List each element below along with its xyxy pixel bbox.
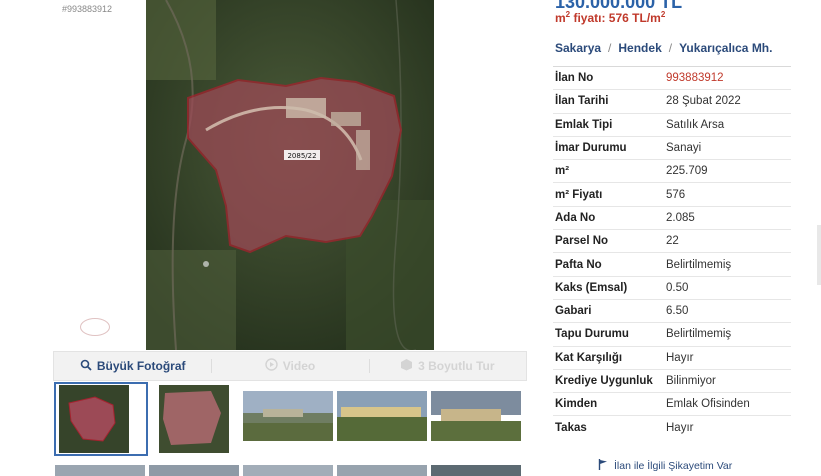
location-breadcrumb: Sakarya / Hendek / Yukarıçalıca Mh. — [555, 41, 773, 55]
detail-row: Gabari 6.50 — [553, 298, 791, 322]
detail-label: Krediye Uygunluk — [555, 375, 653, 387]
detail-row: İlan Tarihi 28 Şubat 2022 — [553, 89, 791, 112]
tour-3d-label: 3 Boyutlu Tur — [418, 359, 495, 373]
breadcrumb-district[interactable]: Hendek — [618, 41, 661, 55]
detail-label: Parsel No — [555, 235, 609, 248]
detail-label: Kat Karşılığı — [555, 351, 623, 364]
play-icon — [265, 358, 278, 374]
detail-value: Hayır — [666, 351, 694, 364]
detail-value: Hayır — [666, 421, 694, 434]
detail-label: İlan No — [555, 72, 594, 85]
detail-row: Parsel No 22 — [553, 229, 791, 252]
detail-value: Satılık Arsa — [666, 118, 725, 131]
detail-row: Ada No 2.085 — [553, 205, 791, 229]
breadcrumb-city[interactable]: Sakarya — [555, 41, 601, 55]
detail-row: İmar Durumu Sanayi — [553, 135, 791, 159]
thumbnail-7[interactable] — [149, 465, 239, 476]
detail-row: Kimden Emlak Ofisinden — [553, 392, 791, 415]
parcel-label: 2085/22 — [287, 152, 316, 160]
search-icon — [80, 359, 92, 374]
detail-row: m² Fiyatı 576 — [553, 182, 791, 205]
thumbnail-3[interactable] — [243, 391, 333, 441]
video-label: Video — [282, 359, 316, 373]
detail-row: İlan No 993883912 — [553, 66, 791, 89]
detail-value: 0.50 — [666, 281, 689, 294]
detail-label: Takas — [555, 421, 587, 434]
detail-label: Gabari — [555, 305, 592, 318]
scrollbar[interactable] — [817, 225, 821, 285]
thumbnail-6[interactable] — [55, 465, 145, 476]
detail-label: Pafta No — [555, 258, 602, 271]
detail-value: Bilinmiyor — [666, 375, 716, 387]
detail-label: İmar Durumu — [555, 142, 627, 155]
photo-toolbar: Büyük Fotoğraf Video 3 Boyutlu Tur — [53, 351, 527, 381]
main-photo[interactable]: 2085/22 — [146, 0, 434, 350]
thumbnail-9[interactable] — [337, 465, 427, 476]
flag-icon — [598, 459, 608, 473]
report-listing-label: İlan ile İlgili Şikayetim Var — [614, 460, 733, 472]
detail-label: İlan Tarihi — [555, 95, 609, 108]
listing-id-caption: #993883912 — [62, 4, 113, 14]
detail-label: m² — [555, 165, 570, 178]
video-button[interactable]: Video — [211, 352, 368, 380]
detail-value: Belirtilmemiş — [666, 258, 732, 271]
thumbnail-8[interactable] — [243, 465, 333, 476]
detail-value: 6.50 — [666, 305, 689, 318]
big-photo-label: Büyük Fotoğraf — [96, 359, 186, 373]
detail-row: Kaks (Emsal) 0.50 — [553, 275, 791, 299]
thumbnail-10[interactable] — [431, 465, 521, 476]
detail-value: 2.085 — [666, 211, 695, 224]
detail-label: Kimden — [555, 398, 598, 411]
detail-value: 22 — [666, 235, 679, 248]
detail-label: Ada No — [555, 211, 596, 224]
detail-row: Tapu Durumu Belirtilmemiş — [553, 322, 791, 345]
thumbnail-4[interactable] — [337, 391, 427, 441]
detail-value: 225.709 — [666, 165, 708, 178]
detail-value: 993883912 — [666, 72, 724, 85]
detail-row: Takas Hayır — [553, 415, 791, 438]
detail-label: m² Fiyatı — [555, 188, 603, 201]
thumbnail-5[interactable] — [431, 391, 521, 441]
detail-value: Belirtilmemiş — [666, 328, 732, 341]
detail-value: 576 — [666, 188, 686, 201]
big-photo-button[interactable]: Büyük Fotoğraf — [54, 352, 211, 380]
detail-label: Tapu Durumu — [555, 328, 629, 341]
detail-label: Emlak Tipi — [555, 118, 613, 131]
tour-3d-button[interactable]: 3 Boyutlu Tur — [368, 352, 526, 380]
detail-row: Kat Karşılığı Hayır — [553, 345, 791, 369]
detail-value: Emlak Ofisinden — [666, 398, 750, 411]
detail-row: Krediye Uygunluk Bilinmiyor — [553, 368, 791, 392]
breadcrumb-neighborhood[interactable]: Yukarıçalıca Mh. — [679, 41, 772, 55]
detail-row: Pafta No Belirtilmemiş — [553, 252, 791, 275]
cube-icon — [400, 358, 413, 374]
detail-row: Emlak Tipi Satılık Arsa — [553, 112, 791, 136]
detail-value: Sanayi — [666, 142, 702, 155]
listing-details-table: İlan No 993883912 İlan Tarihi 28 Şubat 2022… — [553, 66, 791, 439]
detail-label: Kaks (Emsal) — [555, 281, 628, 294]
aerial-map-image: 2085/22 — [146, 0, 434, 350]
report-listing-link[interactable]: İlan ile İlgili Şikayetim Var — [598, 459, 732, 473]
thumbnail-1[interactable] — [54, 382, 148, 456]
thumbnail-2[interactable] — [151, 383, 243, 455]
watermark-logo — [80, 318, 110, 336]
price-per-m2: m2 fiyatı: 576 TL/m2 — [555, 10, 666, 25]
detail-value: 28 Şubat 2022 — [666, 95, 741, 108]
detail-row: m² 225.709 — [553, 159, 791, 182]
